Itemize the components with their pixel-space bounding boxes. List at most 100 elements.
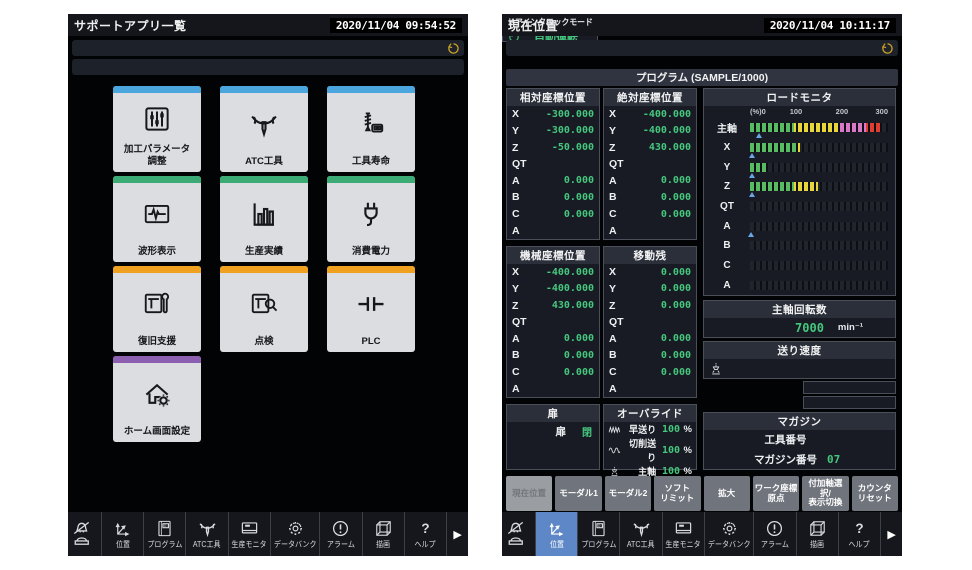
axis-label: C	[609, 366, 617, 378]
question-icon: ?	[416, 519, 435, 538]
app-tile-waveform-display[interactable]: 波形表示	[113, 176, 201, 262]
app-tile-label: PLC	[362, 336, 381, 352]
monitor-icon	[240, 519, 259, 538]
tool-life-icon	[354, 93, 388, 156]
toolbar-item-alarm[interactable]: アラーム	[320, 512, 362, 556]
app-tile-home-screen-settings[interactable]: ホーム画面設定	[113, 356, 201, 442]
tile-accent-bar	[113, 356, 201, 363]
program-doc-icon: G:	[155, 519, 174, 538]
axis-label: X	[609, 108, 616, 120]
app-tile-production-results[interactable]: 生産実績	[220, 176, 308, 262]
fn-button-enlarge[interactable]: 拡大	[704, 476, 750, 511]
load-peak-marker	[749, 153, 755, 158]
toolbar-item-help[interactable]: ?ヘルプ	[839, 512, 881, 556]
toolbar-item-databank[interactable]: データバンク	[271, 512, 320, 556]
app-tile-inspection[interactable]: 点検	[220, 266, 308, 352]
axis-label: QT	[609, 316, 624, 328]
fn-button-work-origin[interactable]: ワーク座標 原点	[753, 476, 799, 511]
load-bar	[750, 123, 888, 132]
sliders-icon	[140, 93, 174, 144]
load-bar	[750, 281, 888, 290]
message-bar	[72, 59, 464, 75]
toolbar-item-alarm[interactable]: アラーム	[754, 512, 796, 556]
datetime-display: 2020/11/04 10:11:17	[764, 18, 896, 33]
load-monitor-row: B	[704, 236, 895, 256]
load-monitor-row: X	[704, 138, 895, 158]
toolbar-next-button[interactable]: ▶	[447, 512, 468, 556]
axis-value: 0.000	[661, 175, 691, 186]
empty-status-cells	[803, 381, 896, 409]
coord-row: A0.000	[507, 331, 599, 348]
section-title: 主軸回転数	[704, 301, 895, 318]
toolbar-item-position[interactable]: 位置	[536, 512, 578, 556]
axis-value: 0.000	[661, 300, 691, 311]
axis-label: C	[512, 208, 520, 220]
app-tile-machining-parameter-adjust[interactable]: 加工パラメータ 調整	[113, 86, 201, 172]
toolbar-item-atc-tool[interactable]: ATC工具	[186, 512, 228, 556]
override-row-cutting-feed: 切削送り100%	[604, 436, 696, 464]
spindle-icon	[608, 466, 621, 477]
toolbar-item-atc-tool[interactable]: ATC工具	[620, 512, 662, 556]
next-arrow-icon: ▶	[453, 528, 461, 541]
app-tile-label: ホーム画面設定	[124, 426, 190, 442]
axis-value: 0.000	[564, 209, 594, 220]
absolute-position-section: 絶対座標位置X-400.000Y-400.000Z430.000QTA0.000…	[603, 88, 697, 240]
coord-row: B0.000	[507, 189, 599, 206]
magazine-section: マガジン 工具番号 マガジン番号 07	[703, 412, 896, 470]
toolbar-item-machine-lamp[interactable]	[502, 512, 536, 556]
axis-label: A	[512, 175, 520, 187]
app-tile-plc[interactable]: PLC	[327, 266, 415, 352]
app-tile-tool-life[interactable]: 工具寿命	[327, 86, 415, 172]
fn-button-modal-2[interactable]: モーダル2	[605, 476, 651, 511]
datetime-display: 2020/11/04 09:54:52	[330, 18, 462, 33]
tile-accent-bar	[220, 266, 308, 273]
toolbar-item-program[interactable]: G:プログラム	[578, 512, 620, 556]
position-axes-icon	[113, 519, 132, 538]
toolbar-item-drawing[interactable]: 描画	[797, 512, 839, 556]
load-monitor-row: Z	[704, 177, 895, 197]
toolbar-item-machine-lamp[interactable]	[68, 512, 102, 556]
door-section: 扉 扉 閉	[506, 404, 600, 470]
toolbar-item-databank[interactable]: データバンク	[705, 512, 754, 556]
fn-button-aux-axis-select[interactable]: 付加軸選 択/ 表示切換	[802, 476, 848, 511]
load-bar	[750, 163, 888, 172]
tile-accent-bar	[113, 266, 201, 273]
toolbar-item-program[interactable]: G:プログラム	[144, 512, 186, 556]
axis-label: B	[512, 349, 520, 361]
axis-value: -50.000	[552, 142, 594, 153]
app-tile-label: 工具寿命	[352, 156, 390, 172]
toolbar-item-production-monitor[interactable]: 生産モニタ	[229, 512, 271, 556]
axis-label: A	[609, 383, 617, 395]
toolbar-item-help[interactable]: ?ヘルプ	[405, 512, 447, 556]
app-tile-atc-tool[interactable]: ATC工具	[220, 86, 308, 172]
axis-value: -300.000	[546, 109, 594, 120]
load-monitor-row: C	[704, 256, 895, 276]
toolbar-item-production-monitor[interactable]: 生産モニタ	[663, 512, 705, 556]
tool-number-row: 工具番号	[704, 430, 895, 450]
fn-button-modal-1[interactable]: モーダル1	[555, 476, 601, 511]
section-title: 送り速度	[704, 342, 895, 359]
axis-value: 0.000	[661, 367, 691, 378]
toolbar-item-drawing[interactable]: 描画	[363, 512, 405, 556]
toolbar-item-position[interactable]: 位置	[102, 512, 144, 556]
atc-tool-icon	[247, 93, 281, 156]
alert-circle-icon	[765, 519, 784, 538]
fn-button-current-position[interactable]: 現在位置	[506, 476, 552, 511]
coord-row: QT	[507, 156, 599, 173]
app-tile-power-consumption[interactable]: 消費電力	[327, 176, 415, 262]
fn-button-counter-reset[interactable]: カウンタ リセット	[852, 476, 898, 511]
machine-position-section: 機械座標位置X-400.000Y-400.000Z430.000QTA0.000…	[506, 246, 600, 398]
axis-value: 0.000	[564, 350, 594, 361]
current-position-panel: 現在位置 2020/11/04 10:11:17 プログラム (SAMPLE/1…	[502, 14, 902, 556]
load-monitor-row: 主軸	[704, 118, 895, 138]
toolbar-next-button[interactable]: ▶	[881, 512, 902, 556]
question-icon: ?	[850, 519, 869, 538]
axis-label: X	[609, 266, 616, 278]
fn-button-soft-limit[interactable]: ソフト リミット	[654, 476, 700, 511]
feed-rate-row	[704, 359, 895, 378]
app-tile-recovery-support[interactable]: 復旧支援	[113, 266, 201, 352]
app-tile-label: 加工パラメータ 調整	[124, 144, 190, 172]
coord-row: X-400.000	[507, 264, 599, 281]
axis-value: 0.000	[661, 283, 691, 294]
home-gear-icon	[140, 363, 174, 426]
